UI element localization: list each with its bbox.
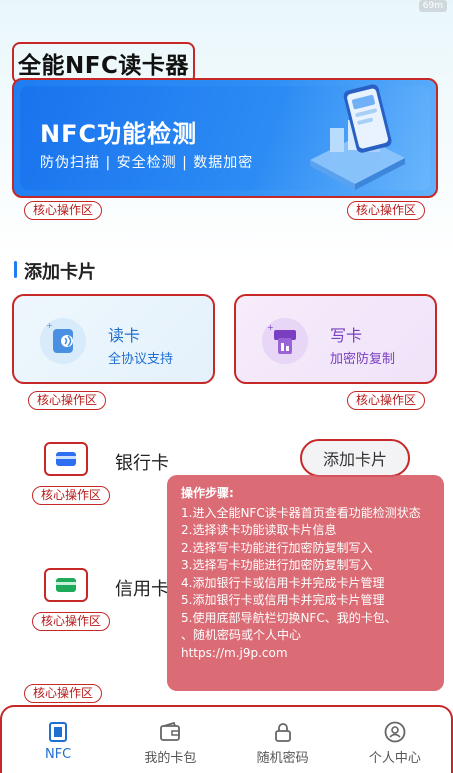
- popup-step: 4.添加银行卡或信用卡并完成卡片管理: [181, 575, 385, 590]
- core-area-tag: 核心操作区: [347, 391, 426, 410]
- read-card-subtitle: 全协议支持: [108, 352, 174, 367]
- read-card-icon: +: [40, 318, 86, 364]
- add-card-button[interactable]: 添加卡片: [300, 439, 410, 477]
- read-card-title: 读卡: [108, 326, 141, 345]
- nav-item-nfc[interactable]: NFC: [2, 707, 114, 773]
- write-card-subtitle: 加密防复制: [330, 352, 396, 367]
- instructions-popup: 操作步骤: 1.进入全能NFC读卡器首页查看功能检测状态 2.选择读卡功能读取卡…: [167, 475, 444, 691]
- popup-step: 2.选择读卡功能读取卡片信息: [181, 523, 337, 537]
- nfc-check-banner[interactable]: NFC功能检测 防伪扫描 | 安全检测 | 数据加密: [12, 78, 438, 198]
- nav-label: NFC: [44, 747, 72, 762]
- popup-header: 操作步骤:: [181, 486, 234, 500]
- read-card-button[interactable]: + 读卡 全协议支持: [12, 294, 215, 384]
- core-area-tag: 核心操作区: [32, 486, 111, 505]
- core-area-tag: 核心操作区: [24, 201, 103, 220]
- svg-text:+: +: [267, 323, 274, 332]
- banner-title: NFC功能检测: [40, 120, 198, 148]
- credit-card-label: 信用卡: [115, 579, 169, 600]
- popup-step: 5.使用底部导航栏切换NFC、我的卡包、: [181, 610, 397, 625]
- write-card-button[interactable]: + 写卡 加密防复制: [234, 294, 437, 384]
- phone-illustration-icon: [310, 84, 405, 190]
- lock-icon: [274, 723, 291, 742]
- nav-item-random-password[interactable]: 随机密码: [227, 707, 339, 773]
- write-card-icon: +: [262, 318, 308, 364]
- popup-link[interactable]: https://m.j9p.com: [181, 645, 434, 663]
- status-indicator: 69m: [418, 0, 447, 12]
- nfc-icon: [49, 722, 68, 742]
- banner-subtitle: 防伪扫描 | 安全检测 | 数据加密: [40, 155, 254, 171]
- bank-card-label: 银行卡: [115, 453, 169, 474]
- svg-text:+: +: [46, 321, 53, 330]
- user-icon: [384, 721, 406, 743]
- nav-label: 随机密码: [256, 751, 309, 766]
- wallet-icon: [160, 721, 181, 741]
- popup-step: 2.选择写卡功能进行加密防复制写入: [181, 540, 373, 555]
- bank-card-glyph-icon: [56, 452, 76, 466]
- credit-card-glyph-icon: [56, 578, 76, 592]
- core-area-tag: 核心操作区: [24, 684, 103, 703]
- nav-item-profile[interactable]: 个人中心: [339, 707, 451, 773]
- credit-card-icon[interactable]: [44, 568, 88, 602]
- core-area-tag: 核心操作区: [28, 391, 107, 410]
- popup-step: 、随机密码或个人中心: [181, 628, 302, 642]
- core-area-tag: 核心操作区: [32, 612, 111, 631]
- nav-label: 个人中心: [368, 751, 421, 766]
- bank-card-icon[interactable]: [44, 442, 88, 476]
- write-card-title: 写卡: [330, 326, 363, 345]
- popup-step: 3.选择写卡功能进行加密防复制写入: [181, 558, 373, 572]
- nav-item-wallet[interactable]: 我的卡包: [114, 707, 226, 773]
- popup-step: 5.添加银行卡或信用卡并完成卡片管理: [181, 593, 385, 607]
- bottom-navigation: NFC 我的卡包 随机密码 个人中心: [0, 705, 453, 773]
- section-title: 添加卡片: [14, 258, 96, 284]
- popup-step: 1.进入全能NFC读卡器首页查看功能检测状态: [181, 505, 421, 520]
- core-area-tag: 核心操作区: [347, 201, 426, 220]
- nav-label: 我的卡包: [144, 751, 197, 766]
